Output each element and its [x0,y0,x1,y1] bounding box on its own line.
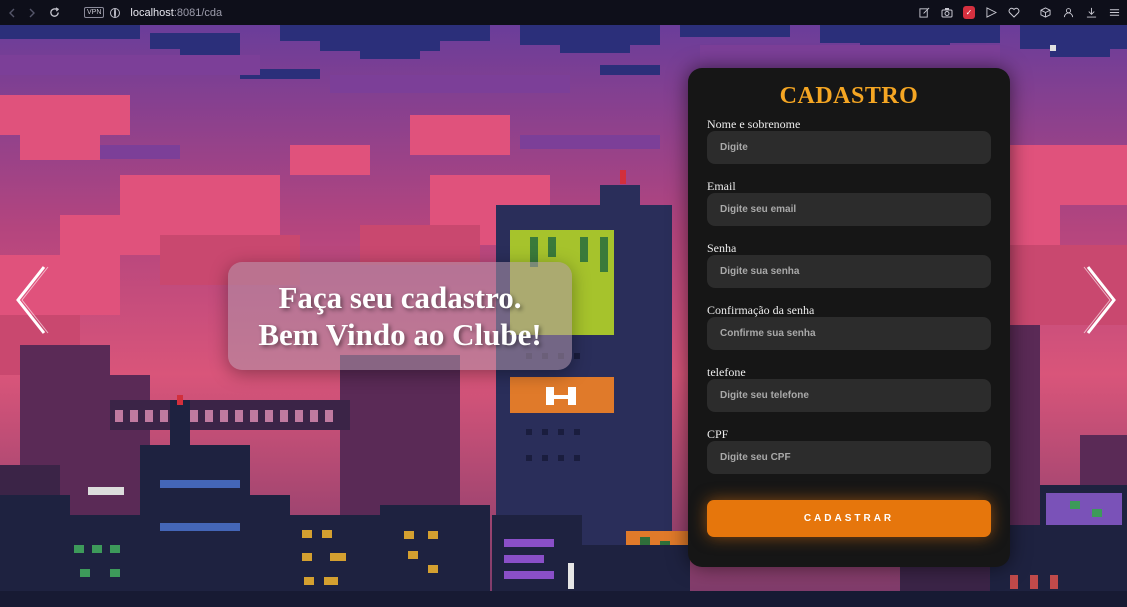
label-password: Senha [707,241,737,255]
welcome-line-1: Faça seu cadastro. [278,280,522,315]
label-email: Email [707,179,736,193]
cpf-input[interactable] [707,441,991,474]
label-cpf: CPF [707,427,729,441]
label-phone: telefone [707,365,746,379]
form-title: CADASTRO [779,83,919,109]
reload-button[interactable] [44,3,64,23]
back-button[interactable] [2,3,22,23]
camera-icon[interactable] [940,6,954,20]
heart-icon[interactable] [1007,6,1021,20]
label-full-name: Nome e sobrenome [707,117,801,131]
shield-icon[interactable]: ✓ [963,6,975,19]
profile-icon[interactable] [1061,6,1075,20]
chevron-left-icon [16,266,49,334]
url-host: localhost [130,6,174,19]
welcome-line-2: Bem Vindo ao Clube! [258,317,542,352]
vpn-badge[interactable]: VPN [84,7,105,18]
download-icon[interactable] [1084,6,1098,20]
password-confirm-input[interactable] [707,317,991,350]
edit-icon[interactable] [917,6,931,20]
reload-icon [49,7,59,17]
browser-toolbar: VPN localhost:8081/cda ✓ [0,0,1127,25]
welcome-banner: Faça seu cadastro. Bem Vindo ao Clube! [228,262,572,370]
next-slide-button[interactable] [1080,265,1120,335]
url-path: :8081/cda [173,6,223,19]
send-icon[interactable] [984,6,998,20]
hero-carousel: Faça seu cadastro. Bem Vindo ao Clube! C… [0,25,1127,607]
browser-extensions: ✓ [917,6,1127,20]
password-input[interactable] [707,255,991,288]
email-input[interactable] [707,193,991,226]
forward-button[interactable] [22,3,42,23]
globe-icon [110,7,121,18]
menu-icon[interactable] [1107,6,1121,20]
prev-slide-button[interactable] [12,265,52,335]
phone-input[interactable] [707,379,991,412]
arrow-right-icon [29,8,35,17]
full-name-input[interactable] [707,131,991,164]
label-password-confirm: Confirmação da senha [707,303,815,317]
box-icon[interactable] [1038,6,1052,20]
address-bar[interactable]: localhost:8081/cda [130,7,222,19]
submit-button[interactable]: CADASTRAR [707,500,991,537]
arrow-left-icon [9,8,15,17]
signup-form: CADASTRO Nome e sobrenome Email Senha Co… [688,68,1010,567]
chevron-right-icon [1083,266,1116,334]
